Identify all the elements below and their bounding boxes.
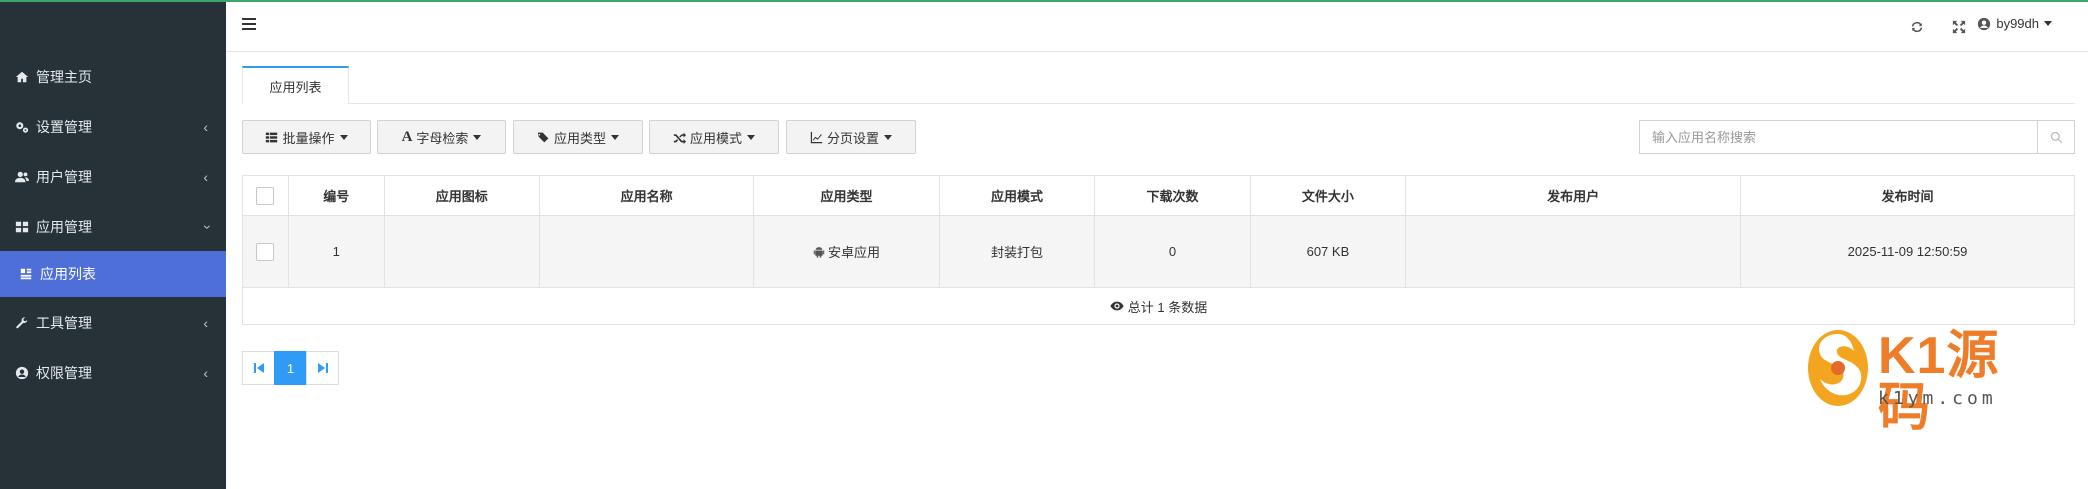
column-header: 文件大小 [1251, 176, 1407, 215]
batch-operation-button[interactable]: 批量操作 [242, 120, 371, 154]
users-icon [14, 169, 30, 185]
eye-icon [1110, 301, 1124, 311]
watermark-brand: K1源码 [1878, 327, 2000, 437]
column-header: 应用名称 [540, 176, 755, 215]
sidebar-item-apps[interactable]: 应用管理 ‹ [0, 204, 226, 250]
line-chart-icon [810, 131, 823, 143]
sidebar-item-app-list[interactable]: 应用列表 [0, 251, 226, 297]
table-footer: 总计 1 条数据 [243, 288, 2074, 324]
step-backward-icon [253, 363, 264, 373]
table-header-row: 编号 应用图标 应用名称 应用类型 应用模式 下载次数 文件大小 发布用户 发布… [243, 176, 2074, 216]
random-icon [673, 132, 686, 144]
chevron-left-icon: ‹ [203, 119, 208, 135]
sidebar-item-label: 管理主页 [36, 69, 92, 85]
menu-icon[interactable] [242, 18, 256, 32]
app-type-button[interactable]: 应用类型 [513, 120, 643, 154]
cell-icon [385, 216, 541, 287]
total-count-text: 总计 1 条数据 [1127, 299, 1208, 315]
caret-down-icon [2044, 21, 2052, 26]
refresh-icon[interactable] [1908, 18, 1926, 36]
cell-name [540, 216, 755, 287]
search-button[interactable] [2037, 120, 2075, 154]
page-number-button[interactable]: 1 [274, 351, 307, 385]
page-settings-button[interactable]: 分页设置 [786, 120, 916, 154]
list-icon [18, 266, 34, 282]
home-icon [14, 69, 30, 85]
chevron-left-icon: ‹ [203, 169, 208, 185]
sidebar-item-permissions[interactable]: 权限管理 ‹ [0, 350, 226, 396]
search-input[interactable] [1639, 120, 2038, 154]
sidebar-item-label: 用户管理 [36, 169, 92, 185]
column-header: 下载次数 [1095, 176, 1251, 215]
sidebar-item-home[interactable]: 管理主页 [0, 54, 226, 100]
sidebar-item-label: 权限管理 [36, 365, 92, 381]
font-icon: A [401, 128, 413, 145]
fullscreen-icon[interactable] [1950, 18, 1968, 36]
tags-icon [537, 132, 549, 142]
user-circle-icon [1978, 17, 1991, 30]
sidebar-item-label: 工具管理 [36, 315, 92, 331]
column-header: 发布用户 [1406, 176, 1742, 215]
app-table: 编号 应用图标 应用名称 应用类型 应用模式 下载次数 文件大小 发布用户 发布… [242, 175, 2075, 325]
sidebar: 管理主页 设置管理 ‹ 用户管理 ‹ 应用管理 ‹ 应用列表 工具管理 ‹ 权限… [0, 2, 226, 489]
cell-size: 607 KB [1251, 216, 1407, 287]
sidebar-item-label: 应用管理 [36, 219, 92, 235]
cell-type: 安卓应用 [754, 216, 940, 287]
last-page-button[interactable] [306, 351, 339, 385]
cell-downloads: 0 [1095, 216, 1251, 287]
column-header: 编号 [289, 176, 385, 215]
cell-time: 2025-11-09 12:50:59 [1847, 244, 1968, 259]
cell-mode: 封装打包 [940, 216, 1096, 287]
table-row[interactable]: 1 安卓应用 封装打包 0 607 KB 2025-11-09 12:50:59 [243, 216, 2074, 288]
app-mode-button[interactable]: 应用模式 [649, 120, 779, 154]
user-menu[interactable]: by99dh [1977, 16, 2052, 31]
sidebar-item-label: 应用列表 [40, 266, 96, 282]
column-header: 发布时间 [1881, 189, 1934, 204]
first-page-button[interactable] [242, 351, 275, 385]
watermark-logo: K1源码 k1ym.com [1806, 326, 2016, 434]
top-header: by99dh [226, 2, 2088, 52]
step-forward-icon [317, 363, 328, 373]
column-header: 应用模式 [940, 176, 1096, 215]
sidebar-item-tools[interactable]: 工具管理 ‹ [0, 300, 226, 346]
wrench-icon [14, 315, 30, 331]
android-icon [813, 246, 825, 258]
search-icon [2050, 131, 2062, 143]
gears-icon [14, 119, 30, 135]
pagination: 1 [242, 351, 339, 385]
watermark-domain: k1ym.com [1878, 388, 1997, 409]
username: by99dh [1996, 16, 2039, 31]
tab-bar: 应用列表 [242, 66, 2075, 104]
row-checkbox[interactable] [256, 242, 275, 261]
chevron-left-icon: ‹ [203, 365, 208, 381]
select-all-checkbox[interactable] [256, 186, 275, 205]
th-icon [14, 219, 30, 235]
cell-id: 1 [289, 216, 385, 287]
chevron-left-icon: ‹ [203, 315, 208, 331]
sidebar-item-settings[interactable]: 设置管理 ‹ [0, 104, 226, 150]
th-list-icon [266, 132, 278, 142]
tab-app-list[interactable]: 应用列表 [242, 66, 349, 104]
letter-search-button[interactable]: A 字母检索 [377, 120, 506, 154]
sidebar-item-label: 设置管理 [36, 119, 92, 135]
chevron-down-icon: ‹ [197, 224, 214, 230]
sidebar-item-users[interactable]: 用户管理 ‹ [0, 154, 226, 200]
column-header: 应用图标 [385, 176, 541, 215]
user-circle-icon [14, 365, 30, 381]
logo-emblem [1808, 330, 1868, 406]
column-header: 应用类型 [754, 176, 940, 215]
cell-user [1406, 216, 1742, 287]
